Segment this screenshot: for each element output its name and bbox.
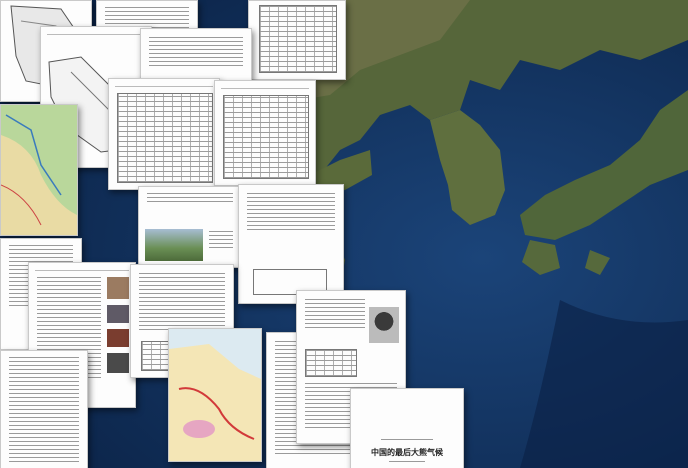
landscape-photo xyxy=(145,229,203,261)
text-page-center-right xyxy=(238,184,344,304)
portrait-photo xyxy=(369,307,399,343)
text-page-upper-center xyxy=(140,28,252,82)
color-map-figure xyxy=(169,329,261,461)
photo-3 xyxy=(107,329,129,347)
cover-page: 中国的最后大熊气候 xyxy=(350,388,464,468)
data-table xyxy=(223,95,309,179)
cover-title: 中国的最后大熊气候 xyxy=(371,447,443,457)
data-table xyxy=(259,5,337,73)
map-page-bottom-center xyxy=(168,328,262,462)
toc-page-bottom-left xyxy=(0,350,88,468)
data-table xyxy=(117,93,213,183)
table-page-top-right xyxy=(248,0,346,80)
photo-page-center xyxy=(138,186,242,268)
photo-4 xyxy=(107,353,129,373)
color-map-figure xyxy=(1,105,77,235)
color-map-page-left xyxy=(0,104,78,236)
table-page-center xyxy=(108,78,220,190)
document-collage: 中国的最后大熊气候 xyxy=(0,0,688,468)
photo-2 xyxy=(107,305,129,323)
table-page-center-right xyxy=(214,80,316,186)
data-table xyxy=(305,349,357,377)
photo-1 xyxy=(107,277,129,299)
